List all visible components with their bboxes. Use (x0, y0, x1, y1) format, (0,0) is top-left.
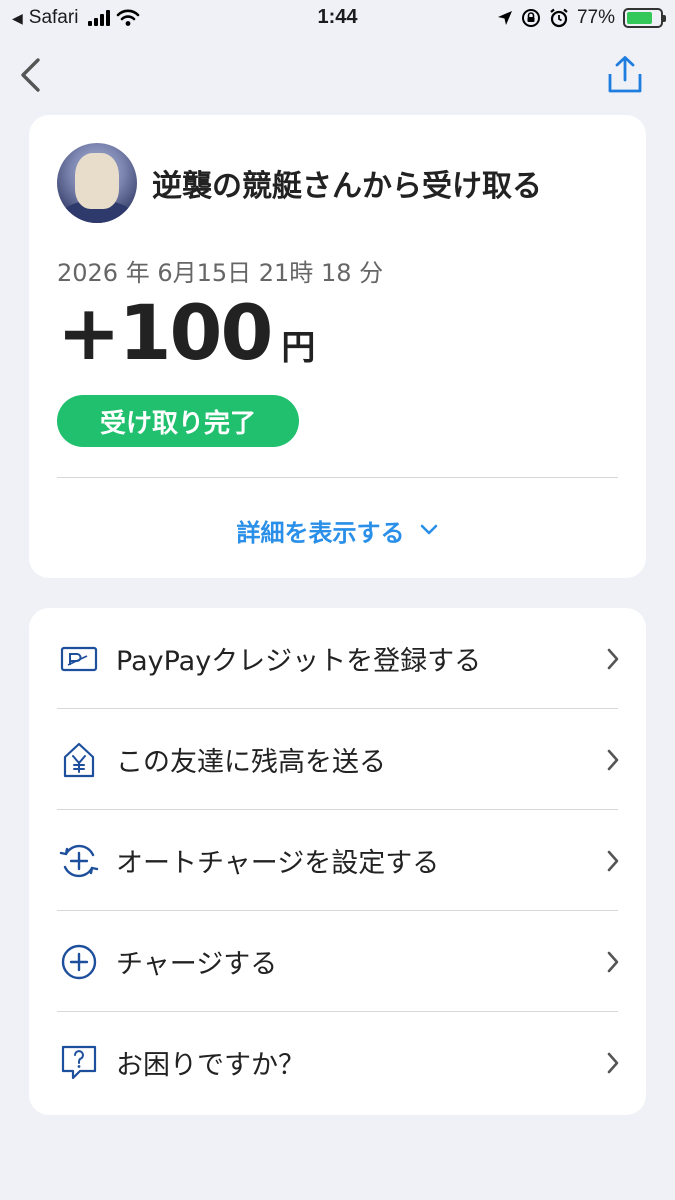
share-icon (608, 56, 642, 93)
amount-currency: 円 (281, 328, 316, 368)
menu-item-send-balance[interactable]: この友達に残高を送る (29, 709, 646, 810)
transaction-title: 逆襲の競艇さんから受け取る (152, 169, 542, 204)
battery-fill (627, 12, 652, 24)
orientation-lock-icon (521, 9, 540, 27)
chevron-right-icon (607, 1052, 619, 1073)
auto-charge-icon (59, 841, 99, 881)
chevron-right-icon (607, 951, 619, 972)
menu-item-charge[interactable]: チャージする (29, 911, 646, 1012)
location-arrow-icon (497, 11, 512, 25)
battery-icon (623, 8, 666, 28)
menu-item-register-credit[interactable]: PayPayクレジットを登録する (29, 608, 646, 709)
chevron-right-icon (607, 749, 619, 770)
chevron-right-icon (607, 648, 619, 669)
menu-item-label: この友達に残高を送る (116, 747, 386, 778)
show-details-label: 詳細を表示する (236, 518, 405, 547)
transaction-date: 2026 年 6月15日 21時 18 分 (57, 259, 384, 287)
share-button[interactable] (605, 54, 645, 96)
show-details-button[interactable]: 詳細を表示する (29, 510, 646, 550)
battery-percent: 77% (576, 7, 615, 28)
menu-item-auto-charge[interactable]: オートチャージを設定する (29, 810, 646, 911)
actions-menu: PayPayクレジットを登録する この友達に残高を送る オートチャージを設定する… (29, 608, 646, 1115)
status-badge: 受け取り完了 (57, 395, 299, 447)
yen-house-icon (59, 740, 99, 780)
back-button[interactable] (16, 54, 50, 96)
avatar (57, 143, 137, 223)
menu-item-label: オートチャージを設定する (116, 848, 440, 879)
alarm-icon (550, 8, 568, 28)
menu-item-label: お困りですか？ (116, 1050, 305, 1081)
amount-value: +100 (57, 288, 273, 377)
chevron-left-icon (21, 58, 40, 92)
paypay-credit-card-icon (59, 639, 99, 679)
navigation-bar (0, 50, 675, 100)
transaction-amount: +100 円 (57, 295, 315, 371)
question-bubble-icon (59, 1043, 99, 1083)
divider (57, 477, 618, 478)
menu-item-label: チャージする (116, 949, 278, 980)
menu-item-help[interactable]: お困りですか？ (29, 1012, 646, 1113)
menu-item-label: PayPayクレジットを登録する (116, 646, 482, 677)
transaction-card: 逆襲の競艇さんから受け取る 2026 年 6月15日 21時 18 分 +100… (29, 115, 646, 578)
plus-circle-icon (59, 942, 99, 982)
status-bar: ◀ Safari 1:44 77% (0, 0, 675, 38)
chevron-down-icon (420, 524, 437, 535)
chevron-right-icon (607, 850, 619, 871)
